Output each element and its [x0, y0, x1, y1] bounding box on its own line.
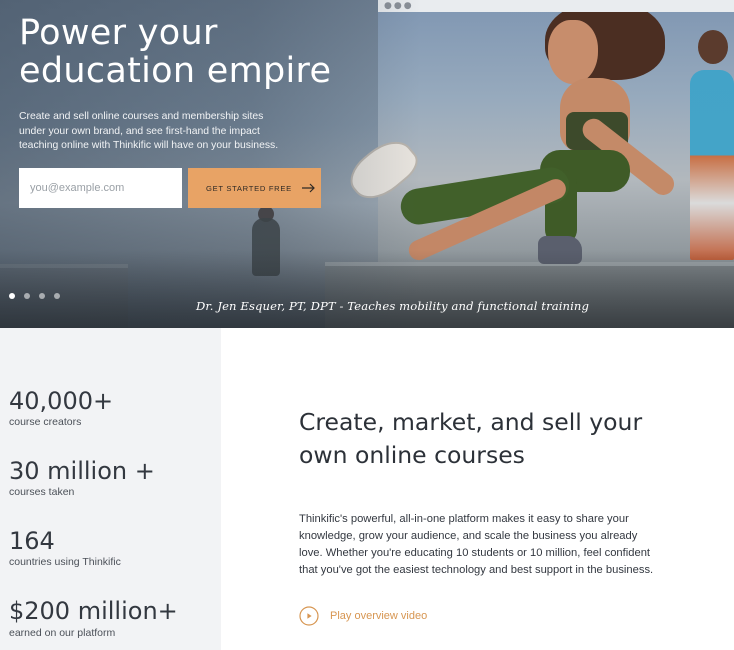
email-input[interactable]: [19, 168, 182, 208]
play-circle-icon: [299, 606, 319, 626]
stats-panel: 40,000+ course creators 30 million + cou…: [0, 328, 221, 650]
play-overview-video-label: Play overview video: [330, 610, 428, 622]
stat-value: $200 million+: [9, 597, 178, 625]
background-person: [698, 30, 728, 64]
stat-label: course creators: [9, 416, 82, 428]
stat-value: 30 million +: [9, 457, 155, 485]
background-person: [690, 70, 734, 260]
get-started-label: GET STARTED FREE: [206, 183, 292, 193]
feature-title: Create, market, and sell your own online…: [299, 408, 643, 469]
hero-subtitle: Create and sell online courses and membe…: [19, 111, 279, 151]
stat-label: earned on our platform: [9, 627, 116, 639]
carousel-dot[interactable]: [24, 293, 30, 299]
athlete-figure: [548, 20, 598, 84]
feature-body: Thinkific's powerful, all-in-one platfor…: [299, 513, 654, 576]
hero-overlay: [0, 250, 734, 328]
feature-section: [221, 328, 734, 650]
hero-title: Power your education empire: [19, 13, 332, 91]
carousel-dot[interactable]: [54, 293, 60, 299]
stat-value: 164: [9, 527, 55, 555]
carousel-dot[interactable]: [39, 293, 45, 299]
stat-label: countries using Thinkific: [9, 556, 121, 568]
hero-caption: Dr. Jen Esquer, PT, DPT - Teaches mobili…: [196, 299, 589, 313]
get-started-button[interactable]: GET STARTED FREE: [188, 168, 321, 208]
arrow-right-icon: [301, 183, 315, 193]
play-overview-video-link[interactable]: Play overview video: [299, 606, 427, 626]
photo-window-bar: [378, 0, 734, 12]
stat-label: courses taken: [9, 486, 75, 498]
hero-section: ●●● Power your education empire Create a…: [0, 0, 734, 328]
stat-value: 40,000+: [9, 387, 114, 415]
carousel-dots: [9, 293, 60, 299]
carousel-dot[interactable]: [9, 293, 15, 299]
